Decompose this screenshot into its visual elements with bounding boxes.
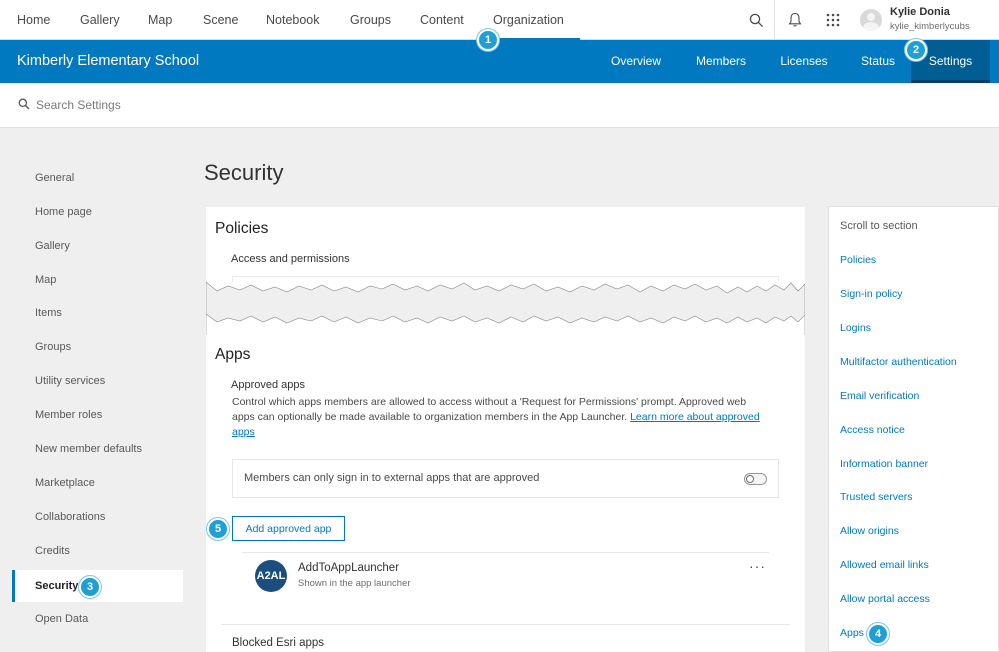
- sidebar-item-marketplace[interactable]: Marketplace: [12, 467, 183, 499]
- sidebar-item-gallery[interactable]: Gallery: [12, 230, 183, 262]
- toolbar-divider: [774, 0, 775, 40]
- scroll-link-allowed-email-links[interactable]: Allowed email links: [840, 559, 929, 571]
- approved-apps-only-label: Members can only sign in to external app…: [244, 472, 540, 484]
- search-icon: [18, 98, 30, 110]
- approved-apps-only-toggle[interactable]: [744, 473, 767, 485]
- sidebar-item-collaborations[interactable]: Collaborations: [12, 501, 183, 533]
- organization-banner: Kimberly Elementary School Overview Memb…: [0, 40, 999, 83]
- sidebar-item-items[interactable]: Items: [12, 297, 183, 329]
- policies-heading: Policies: [215, 220, 269, 237]
- sidebar-item-groups[interactable]: Groups: [12, 331, 183, 363]
- tab-overview[interactable]: Overview: [598, 40, 674, 83]
- sidebar-item-general[interactable]: General: [12, 162, 183, 194]
- approved-apps-heading: Approved apps: [231, 379, 305, 391]
- top-navigation-bar: Home Gallery Map Scene Notebook Groups C…: [0, 0, 999, 40]
- access-permissions-heading: Access and permissions: [231, 253, 350, 265]
- blocked-esri-apps-heading: Blocked Esri apps: [232, 637, 325, 649]
- search-icon: [749, 13, 763, 27]
- sidebar-item-utility-services[interactable]: Utility services: [12, 365, 183, 397]
- app-name: AddToAppLauncher: [298, 562, 400, 574]
- scroll-link-email-verification[interactable]: Email verification: [840, 390, 919, 402]
- scroll-link-allow-portal-access[interactable]: Allow portal access: [840, 593, 930, 605]
- tab-status[interactable]: Status: [848, 40, 908, 83]
- settings-search-input[interactable]: [36, 95, 436, 115]
- tab-licenses[interactable]: Licenses: [768, 40, 840, 83]
- sidebar-item-open-data[interactable]: Open Data: [12, 603, 183, 635]
- app-launcher-button[interactable]: [821, 0, 845, 40]
- step-callout-4: 4: [867, 623, 889, 645]
- organization-name: Kimberly Elementary School: [17, 53, 200, 69]
- scroll-link-information-banner[interactable]: Information banner: [840, 458, 928, 470]
- nav-home[interactable]: Home: [17, 0, 50, 40]
- nav-organization[interactable]: Organization: [479, 0, 580, 40]
- apps-heading: Apps: [215, 346, 251, 363]
- section-divider: [221, 624, 790, 625]
- settings-search-bar: [0, 83, 999, 128]
- sidebar-item-home-page[interactable]: Home page: [12, 196, 183, 228]
- sidebar-item-credits[interactable]: Credits: [12, 535, 183, 567]
- sidebar-item-new-member-defaults[interactable]: New member defaults: [12, 433, 183, 465]
- scroll-link-trusted-servers[interactable]: Trusted servers: [840, 491, 913, 503]
- user-full-name: Kylie Donia: [890, 6, 950, 18]
- scroll-link-sign-in-policy[interactable]: Sign-in policy: [840, 288, 902, 300]
- scroll-link-logins[interactable]: Logins: [840, 322, 871, 334]
- tab-members[interactable]: Members: [684, 40, 758, 83]
- sidebar-item-member-roles[interactable]: Member roles: [12, 399, 183, 431]
- app-logo: A2AL: [255, 560, 287, 592]
- nav-scene[interactable]: Scene: [203, 0, 238, 40]
- scroll-link-multifactor-authentication[interactable]: Multifactor authentication: [840, 356, 957, 368]
- sidebar-item-map[interactable]: Map: [12, 264, 183, 296]
- scroll-panel-heading: Scroll to section: [840, 220, 918, 232]
- step-callout-3: 3: [79, 576, 101, 598]
- nav-gallery[interactable]: Gallery: [80, 0, 120, 40]
- nav-notebook[interactable]: Notebook: [266, 0, 320, 40]
- notifications-button[interactable]: [783, 0, 807, 40]
- page-title: Security: [204, 160, 284, 185]
- user-menu[interactable]: Kylie Donia kylie_kimberlycubs: [860, 5, 995, 35]
- step-callout-5: 5: [207, 518, 229, 540]
- scroll-link-policies[interactable]: Policies: [840, 254, 876, 266]
- policies-section: Policies Access and permissions: [206, 207, 805, 337]
- approved-apps-description: Control which apps members are allowed t…: [232, 395, 762, 440]
- page-break-divider: [206, 281, 805, 337]
- scroll-link-access-notice[interactable]: Access notice: [840, 424, 905, 436]
- scroll-link-allow-origins[interactable]: Allow origins: [840, 525, 899, 537]
- search-button[interactable]: [744, 0, 768, 40]
- scroll-to-section-panel: Scroll to section Policies Sign-in polic…: [828, 206, 999, 652]
- more-options-icon[interactable]: ···: [749, 558, 766, 574]
- scroll-link-apps[interactable]: Apps: [840, 627, 864, 639]
- avatar: [860, 9, 882, 31]
- nav-content[interactable]: Content: [420, 0, 464, 40]
- bell-icon: [788, 12, 802, 27]
- step-callout-2: 2: [905, 39, 927, 61]
- apps-section: Apps Approved apps Control which apps me…: [206, 335, 805, 652]
- nav-map[interactable]: Map: [148, 0, 172, 40]
- approved-app-row: A2AL AddToAppLauncher Shown in the app l…: [242, 552, 769, 602]
- app-launcher-status: Shown in the app launcher: [298, 578, 411, 589]
- step-callout-1: 1: [477, 29, 499, 51]
- app-launcher-icon: [826, 13, 840, 27]
- add-approved-app-button[interactable]: Add approved app: [232, 516, 345, 541]
- nav-groups[interactable]: Groups: [350, 0, 391, 40]
- user-username: kylie_kimberlycubs: [890, 21, 970, 32]
- approved-apps-only-setting: Members can only sign in to external app…: [232, 459, 779, 498]
